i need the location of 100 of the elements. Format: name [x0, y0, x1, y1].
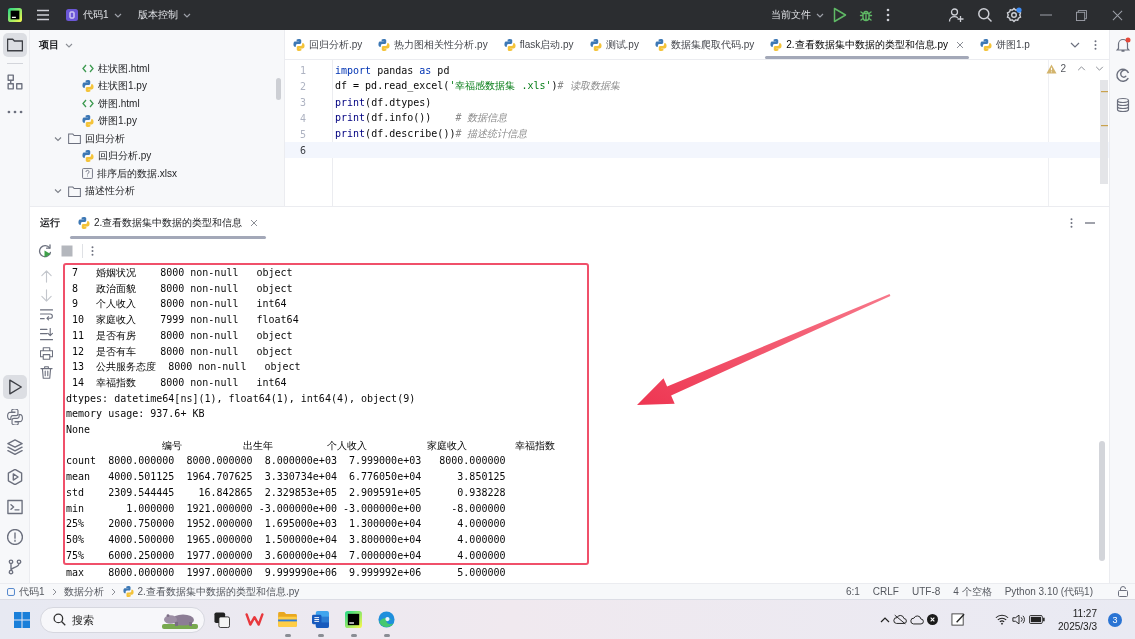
folder-icon	[68, 185, 81, 197]
cloud-icon[interactable]	[910, 614, 925, 625]
more-icon[interactable]	[1094, 38, 1097, 51]
notification-badge[interactable]: 3	[1108, 612, 1122, 627]
app-logo-icon[interactable]	[8, 8, 22, 22]
document-app-icon[interactable]	[312, 611, 329, 628]
console-line: mean 4000.501125 1964.707625 3.330734e+04 6.776050e+04 3.850125	[66, 470, 506, 485]
status-item[interactable]: 4 个空格	[953, 584, 992, 599]
tree-item[interactable]: 饼图.html	[30, 95, 144, 113]
more-icon[interactable]	[886, 8, 890, 22]
folder-icon[interactable]	[278, 612, 297, 627]
wifi-icon[interactable]	[995, 614, 1010, 625]
editor-tab[interactable]: 饼图1.p	[971, 30, 1038, 59]
tree-item[interactable]: 柱状图1.py	[30, 77, 151, 95]
spiral-icon[interactable]	[1114, 67, 1131, 83]
terminal-icon	[6, 499, 23, 515]
close-icon[interactable]	[1112, 9, 1123, 21]
line-number: 1	[299, 64, 306, 76]
scrollbar[interactable]	[1099, 441, 1105, 561]
tree-item[interactable]: 描述性分析	[30, 182, 139, 200]
play-hexagon-icon	[6, 469, 23, 485]
python-icon	[6, 409, 23, 425]
wrap-lines-icon[interactable]	[39, 308, 53, 322]
trash-icon[interactable]	[39, 365, 53, 379]
console-line: 14 幸福指数 8000 non-null int64	[71, 375, 287, 390]
editor-tab[interactable]: 2.查看数据集中数据的类型和信息.py	[762, 30, 972, 59]
tree-item[interactable]: 柱状图.html	[30, 60, 154, 78]
chevron-right-icon	[51, 587, 57, 596]
editor-tab[interactable]: 热力图相关性分析.py	[370, 30, 496, 59]
project-tool-button[interactable]	[2, 33, 27, 57]
zigzag-logo-icon[interactable]	[245, 613, 264, 626]
note-pen-icon[interactable]	[951, 612, 967, 627]
python-file-icon	[979, 38, 992, 51]
chevron-up-icon[interactable]	[880, 616, 891, 623]
run-tool-button[interactable]	[2, 375, 27, 399]
warning-count[interactable]: 2	[1060, 63, 1066, 74]
code-line: print(df.dtypes)	[335, 96, 432, 108]
scrollbar[interactable]	[1100, 80, 1108, 184]
bell-icon[interactable]	[1114, 37, 1131, 53]
cloud-off-icon[interactable]	[893, 614, 908, 625]
version-control-button[interactable]: 版本控制	[133, 5, 195, 25]
editor-tab[interactable]: 测试.py	[581, 30, 647, 59]
play-icon[interactable]	[833, 7, 847, 23]
status-item[interactable]: UTF-8	[911, 586, 941, 597]
browser-swirl-icon[interactable]	[378, 611, 395, 628]
lock-icon[interactable]	[1118, 586, 1128, 597]
ide-app-icon[interactable]	[345, 611, 362, 628]
status-item[interactable]: Python 3.10 (代码1)	[1004, 584, 1093, 599]
project-menu-button[interactable]: 代码1	[62, 5, 126, 25]
clock-date[interactable]: 2025/3/3	[1058, 619, 1097, 633]
tree-item[interactable]: 排序后的数据.xlsx	[30, 165, 181, 183]
search-box[interactable]: 搜索	[40, 606, 205, 633]
python-file-icon	[293, 38, 305, 51]
tree-item[interactable]: 回归分析.py	[30, 147, 156, 165]
tree-item[interactable]: 饼图1.py	[30, 112, 141, 130]
speaker-icon[interactable]	[1012, 614, 1027, 625]
scrollbar[interactable]	[276, 78, 281, 100]
windows-logo-icon[interactable]	[14, 611, 30, 628]
console-line: None	[66, 423, 91, 438]
chevron-icon[interactable]	[54, 134, 62, 143]
more-icon[interactable]	[1070, 217, 1073, 229]
tree-item[interactable]: 回归分析	[30, 130, 129, 148]
status-item[interactable]: CRLF	[872, 586, 899, 597]
printer-icon[interactable]	[39, 346, 53, 360]
play-icon	[6, 379, 23, 395]
database-icon[interactable]	[1114, 97, 1131, 113]
search-input[interactable]: 搜索	[72, 613, 156, 626]
restore-icon[interactable]	[1076, 9, 1087, 21]
panel-title[interactable]: 项目	[39, 38, 59, 52]
menu-icon[interactable]	[36, 9, 50, 21]
chevron-down-icon[interactable]	[1070, 41, 1080, 48]
close-circle-icon[interactable]	[927, 614, 939, 625]
editor-tab[interactable]: 回归分析.py	[285, 30, 371, 59]
close-icon[interactable]	[955, 40, 964, 49]
caret-icon[interactable]	[65, 42, 73, 48]
more-icon[interactable]	[91, 245, 94, 257]
line-number: 6	[299, 144, 306, 156]
code-brackets-icon	[82, 64, 94, 74]
close-icon[interactable]	[250, 219, 259, 227]
search-icon[interactable]	[977, 7, 993, 23]
console-line: 9 个人收入 8000 non-null int64	[71, 297, 287, 312]
editor-tab[interactable]: flask启动.py	[495, 30, 582, 59]
gear-icon[interactable]	[1006, 7, 1022, 23]
rerun-icon[interactable]	[38, 244, 52, 258]
breadcrumb[interactable]: 数据分析	[63, 584, 104, 599]
line-number: 3	[299, 96, 306, 108]
overlapping-squares-icon[interactable]	[213, 611, 230, 628]
breadcrumb[interactable]: 2.查看数据集中数据的类型和信息.py	[137, 584, 300, 599]
scroll-to-end-icon[interactable]	[39, 327, 53, 341]
python-file-icon	[654, 38, 667, 51]
status-item[interactable]: 6:1	[845, 586, 860, 597]
run-tab[interactable]: 2.查看数据集中数据的类型和信息	[70, 207, 267, 239]
battery-icon[interactable]	[1029, 615, 1046, 624]
editor-tab[interactable]: 数据集爬取代码.py	[646, 30, 763, 59]
run-configuration-button[interactable]: 当前文件	[767, 5, 828, 25]
clock-time[interactable]: 11:27	[1072, 606, 1097, 620]
add-user-icon[interactable]	[948, 7, 964, 23]
caret-icon	[182, 12, 191, 18]
chevron-icon[interactable]	[54, 187, 62, 196]
breadcrumb[interactable]: 代码1	[19, 584, 45, 599]
